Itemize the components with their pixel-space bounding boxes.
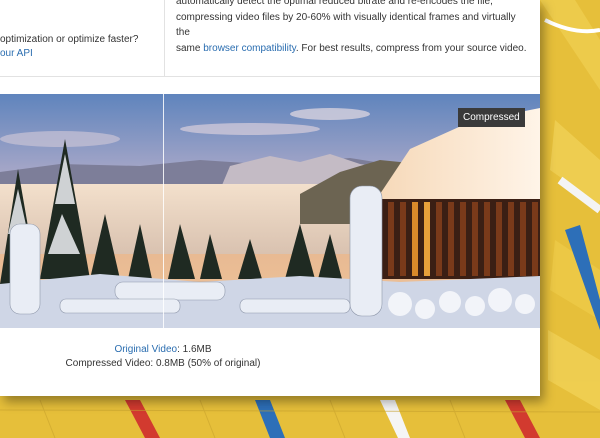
video-comparison-slider[interactable]: Compressed (0, 94, 540, 328)
api-info-panel: optimization or optimize faster? our API (0, 0, 165, 77)
comparison-caption: Original Video: 1.6MB Compressed Video: … (0, 343, 326, 371)
winter-landscape-image (0, 94, 540, 328)
description-line-3-prefix: same (176, 42, 204, 54)
description-line-2: compressing video files by 20-60% with v… (176, 11, 516, 39)
compressed-badge: Compressed (458, 108, 525, 127)
compressed-video-line: Compressed Video: 0.8MB (50% of original… (65, 358, 261, 369)
section-divider (0, 76, 540, 77)
description-line-1: automatically detect the optimal reduced… (176, 0, 493, 7)
compression-description: automatically detect the optimal reduced… (176, 0, 528, 56)
compression-demo-card: optimization or optimize faster? our API… (0, 0, 540, 396)
original-video-line: Original Video: 1.6MB (0, 343, 326, 357)
original-video-link[interactable]: Original Video (114, 344, 177, 355)
description-line-3-suffix: . For best results, compress from your s… (295, 42, 527, 54)
description-line-3: same browser compatibility. For best res… (176, 41, 528, 57)
original-video-size: : 1.6MB (177, 344, 212, 355)
api-question-text: optimization or optimize faster? (0, 34, 139, 45)
browser-compatibility-link[interactable]: browser compatibility (203, 43, 296, 54)
comparison-divider-handle[interactable] (163, 94, 164, 328)
api-link[interactable]: our API (0, 46, 33, 61)
